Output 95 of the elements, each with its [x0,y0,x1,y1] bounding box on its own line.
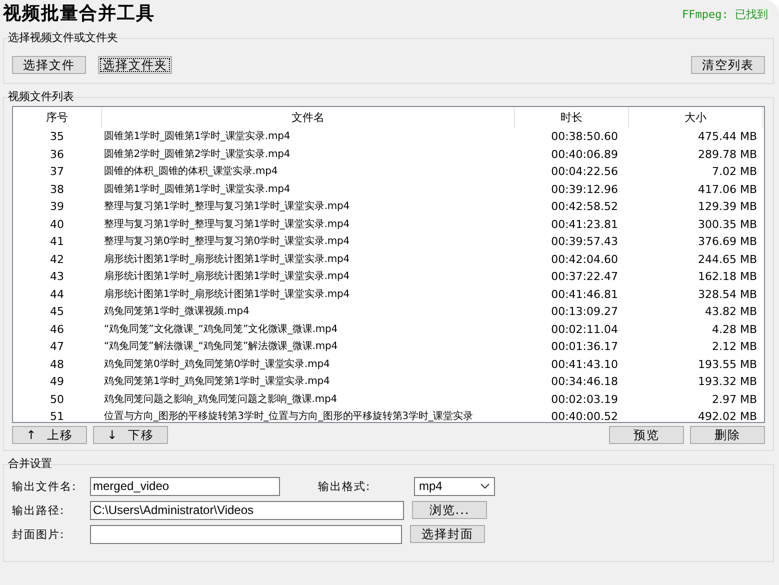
table-cell-text: 00:39:12.96 [550,182,619,198]
table-cell-text: 00:13:09.27 [550,304,619,320]
field-label: 封面图片: [12,526,66,542]
table-cell-text: 00:40:00.52 [550,409,619,422]
field-label: 输出路径: [12,502,66,518]
table-cell-text: 37 [49,164,65,180]
table-cell-text: 扇形统计图第1学时_扇形统计图第1学时_课堂实录.mp4 [103,270,351,284]
table-cell-text: “鸡兔同笼”解法微课_“鸡兔同笼”解法微课_微课.mp4 [103,340,339,354]
table-cell-text: 129.39 MB [696,199,758,215]
table-cell-text: 00:37:22.47 [550,269,619,285]
table-cell-text: 整理与复习第0学时_整理与复习第0学时_课堂实录.mp4 [103,234,351,249]
choose-cover-button[interactable]: 选择封面 [410,525,485,543]
column-header[interactable]: 大小 [629,107,763,128]
table-cell-text: 162.18 MB [696,269,758,285]
group-label: 合并设置 [8,457,53,470]
table-cell-text: 289.78 MB [696,146,758,162]
group-label: 视频文件列表 [8,90,75,103]
table-cell-text: 扇形统计图第1学时_扇形统计图第1学时_课堂实录.mp4 [103,252,351,266]
table-cell-text: 位置与方向_图形的平移旋转第3学时_位置与方向_图形的平移旋转第3学时_课堂实录 [103,410,474,422]
table-cell-text: 00:38:50.60 [550,129,619,145]
table-cell-text: 193.55 MB [696,356,758,372]
table-cell-text: 00:42:04.60 [550,252,619,268]
field-label: 输出文件名: [12,478,78,494]
table-cell-text: 41 [49,234,65,250]
table-cell-text: “鸡兔同笼”文化微课_“鸡兔同笼”文化微课_微课.mp4 [103,322,339,336]
table-cell-text: 36 [49,146,65,162]
table-cell-text: 00:02:11.04 [550,322,619,338]
table-cell-text: 47 [49,339,65,355]
table-cell-text: 39 [49,199,65,215]
table-cell-text: 43 [49,269,65,285]
table-cell-text: 300.35 MB [696,216,758,232]
field-label: 输出格式: [318,478,372,494]
table-cell-text: 43.82 MB [704,304,758,320]
move-up-button[interactable]: ↑ 上移 [12,426,87,444]
ffmpeg-status: FFmpeg: 已找到 [682,7,768,22]
table-cell-text: 鸡兔同笼第1学时_微课视频.mp4 [103,304,250,319]
table-cell-text: 46 [49,322,65,338]
table-cell-text: 7.02 MB [710,164,758,180]
table-cell-text: 35 [49,129,65,145]
table-cell-text: 50 [49,392,65,408]
table-cell-text: 45 [49,304,65,320]
table-cell-text: 00:04:22.56 [550,164,619,180]
table-cell-text: 328.54 MB [696,286,758,302]
table-cell-text: 417.06 MB [696,182,758,198]
table-cell-text: 42 [49,252,65,268]
preview-button[interactable]: 预览 [609,426,684,444]
table-cell-text: 00:41:43.10 [550,356,619,372]
table-cell-text: 圆锥第1学时_圆锥第1学时_课堂实录.mp4 [103,130,292,144]
table-cell-text: 51 [49,409,65,422]
delete-button[interactable]: 删除 [690,426,765,444]
table-cell-text: 鸡兔同笼第1学时_鸡兔同笼第1学时_课堂实录.mp4 [103,374,331,389]
cover-image-field[interactable] [90,524,402,544]
chevron-down-icon [480,483,490,489]
select-button[interactable]: 选择文件 [12,56,86,74]
table-cell-text: 圆锥的体积_圆锥的体积_课堂实录.mp4 [103,164,279,179]
table-cell-text: 193.32 MB [696,374,758,390]
table-cell-text: 44 [49,286,65,302]
table-cell-text: 00:34:46.18 [550,374,619,390]
table-cell-text: 4.28 MB [710,322,758,338]
table-cell-text: 扇形统计图第1学时_扇形统计图第1学时_课堂实录.mp4 [103,288,351,302]
table-cell-text: 00:39:57.43 [550,234,619,250]
table-cell-text: 475.44 MB [696,129,758,145]
column-header[interactable]: 时长 [515,107,629,128]
table-cell-text: 圆锥第2学时_圆锥第2学时_课堂实录.mp4 [103,148,292,162]
table-cell-text: 40 [49,216,65,232]
table-cell-text: 圆锥第1学时_圆锥第1学时_课堂实录.mp4 [103,182,292,196]
table-cell-text: 2.97 MB [710,392,758,408]
format-dropdown[interactable]: mp4 [414,476,495,496]
table-cell-text: 整理与复习第1学时_整理与复习第1学时_课堂实录.mp4 [103,200,351,214]
group-label: 选择视频文件或文件夹 [8,31,119,44]
table-cell-text: 00:02:03.19 [550,392,619,408]
output-name-field[interactable]: merged_video [90,476,280,496]
table-cell-text: 00:41:23.81 [550,216,619,232]
browse-button[interactable]: 浏览... [412,501,487,519]
table-cell-text: 鸡兔同笼第0学时_鸡兔同笼第0学时_课堂实录.mp4 [103,358,331,372]
output-path-field[interactable]: C:\Users\Administrator\Videos [90,500,404,520]
table-cell-text: 00:01:36.17 [550,339,619,355]
table-cell-text: 49 [49,374,65,390]
table-cell-text: 492.02 MB [696,409,758,422]
table-cell-text: 00:40:06.89 [550,146,619,162]
move-down-button[interactable]: ↓ 下移 [93,426,168,444]
table-cell-text: 376.69 MB [696,234,758,250]
select-button[interactable]: 选择文件夹 [98,56,172,74]
table-cell-text: 48 [49,356,65,372]
table-cell-text: 2.12 MB [710,339,758,355]
column-header[interactable]: 文件名 [102,107,515,128]
table-cell-text: 鸡兔同笼问题之影响_鸡兔同笼问题之影响_微课.mp4 [103,392,338,406]
clear-list-button[interactable]: 清空列表 [691,56,765,74]
table-cell-text: 整理与复习第1学时_整理与复习第1学时_课堂实录.mp4 [103,218,351,232]
table-cell-text: 38 [49,182,65,198]
table-cell-text: 00:41:46.81 [550,286,619,302]
app-title: 视频批量合并工具 [3,2,155,24]
table-cell-text: 00:42:58.52 [550,199,619,215]
table-cell-text: 244.65 MB [696,252,758,268]
column-header[interactable]: 序号 [13,107,102,128]
